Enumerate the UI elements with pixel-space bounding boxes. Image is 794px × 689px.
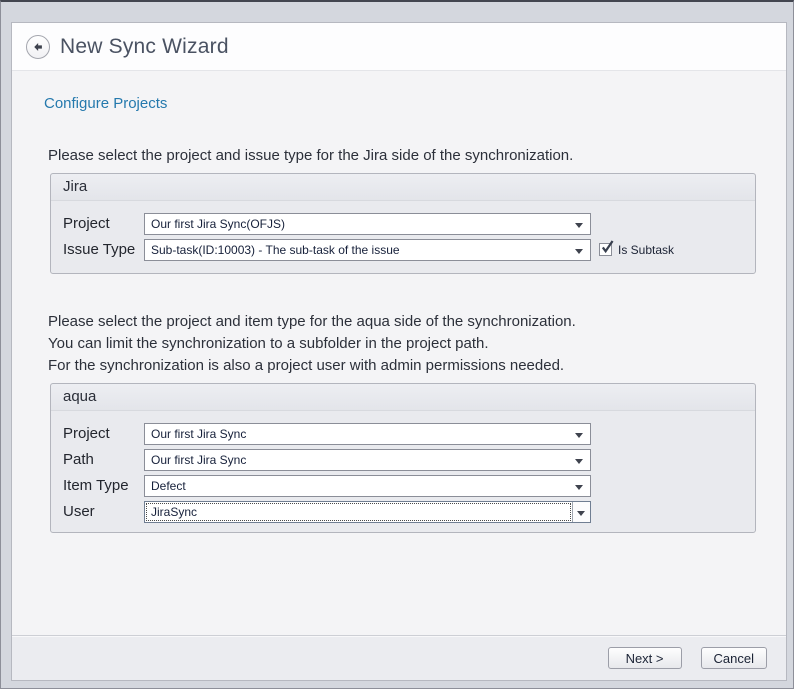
jira-issuetype-label: Issue Type <box>63 241 144 258</box>
aqua-project-row: Project Our first Jira Sync <box>63 422 743 445</box>
aqua-itemtype-combobox[interactable]: Defect <box>144 475 591 497</box>
jira-issuetype-row: Issue Type Sub-task(ID:10003) - The sub-… <box>63 238 743 261</box>
wizard-header: New Sync Wizard <box>12 23 786 71</box>
chevron-down-icon <box>577 511 585 516</box>
aqua-instruction-line: You can limit the synchronization to a s… <box>48 333 786 355</box>
aqua-path-combobox[interactable]: Our first Jira Sync <box>144 449 591 471</box>
aqua-path-label: Path <box>63 451 144 468</box>
aqua-user-label: User <box>63 503 144 520</box>
page-heading: Configure Projects <box>44 95 786 112</box>
aqua-project-label: Project <box>63 425 144 442</box>
aqua-path-value: Our first Jira Sync <box>151 453 246 467</box>
is-subtask-label: Is Subtask <box>618 243 674 257</box>
aqua-group-body: Project Our first Jira Sync Path Our fir… <box>51 411 755 532</box>
aqua-user-combobox[interactable]: JiraSync <box>144 501 591 523</box>
jira-group-body: Project Our first Jira Sync(OFJS) Issue … <box>51 201 755 273</box>
wizard-footer: Next > Cancel <box>12 635 786 680</box>
wizard-title: New Sync Wizard <box>60 35 229 59</box>
checkbox-box <box>599 243 612 256</box>
chevron-down-icon <box>575 249 583 254</box>
aqua-instruction-line: For the synchronization is also a projec… <box>48 355 786 377</box>
aqua-project-combobox[interactable]: Our first Jira Sync <box>144 423 591 445</box>
jira-instruction: Please select the project and issue type… <box>48 145 786 167</box>
chevron-down-icon <box>575 459 583 464</box>
aqua-user-value: JiraSync <box>151 505 197 519</box>
jira-issuetype-value: Sub-task(ID:10003) - The sub-task of the… <box>151 243 400 257</box>
chevron-down-icon <box>575 433 583 438</box>
aqua-groupbox: aqua Project Our first Jira Sync Path Ou… <box>50 383 756 533</box>
back-arrow-icon <box>32 41 44 53</box>
checkmark-icon <box>600 239 615 255</box>
jira-project-row: Project Our first Jira Sync(OFJS) <box>63 212 743 235</box>
chevron-down-icon <box>575 223 583 228</box>
wizard-body: Configure Projects Please select the pro… <box>12 71 786 635</box>
next-button[interactable]: Next > <box>608 647 682 669</box>
aqua-instruction-line: Please select the project and item type … <box>48 311 786 333</box>
aqua-group-title: aqua <box>51 384 755 411</box>
aqua-itemtype-label: Item Type <box>63 477 144 494</box>
aqua-itemtype-value: Defect <box>151 479 186 493</box>
is-subtask-checkbox[interactable]: Is Subtask <box>599 243 674 257</box>
aqua-path-row: Path Our first Jira Sync <box>63 448 743 471</box>
jira-issuetype-combobox[interactable]: Sub-task(ID:10003) - The sub-task of the… <box>144 239 591 261</box>
aqua-instructions: Please select the project and item type … <box>48 311 786 377</box>
window-frame: New Sync Wizard Configure Projects Pleas… <box>0 0 794 689</box>
aqua-user-row: User JiraSync <box>63 500 743 523</box>
aqua-itemtype-row: Item Type Defect <box>63 474 743 497</box>
cancel-button[interactable]: Cancel <box>701 647 767 669</box>
chevron-down-icon <box>575 485 583 490</box>
aqua-project-value: Our first Jira Sync <box>151 427 246 441</box>
jira-groupbox: Jira Project Our first Jira Sync(OFJS) I… <box>50 173 756 274</box>
jira-group-title: Jira <box>51 174 755 201</box>
window-titlebar <box>1 2 793 20</box>
wizard-window: New Sync Wizard Configure Projects Pleas… <box>11 22 787 681</box>
jira-project-value: Our first Jira Sync(OFJS) <box>151 217 285 231</box>
back-button[interactable] <box>26 35 50 59</box>
jira-project-combobox[interactable]: Our first Jira Sync(OFJS) <box>144 213 591 235</box>
jira-project-label: Project <box>63 215 144 232</box>
combo-dropdown-button[interactable] <box>572 502 590 522</box>
